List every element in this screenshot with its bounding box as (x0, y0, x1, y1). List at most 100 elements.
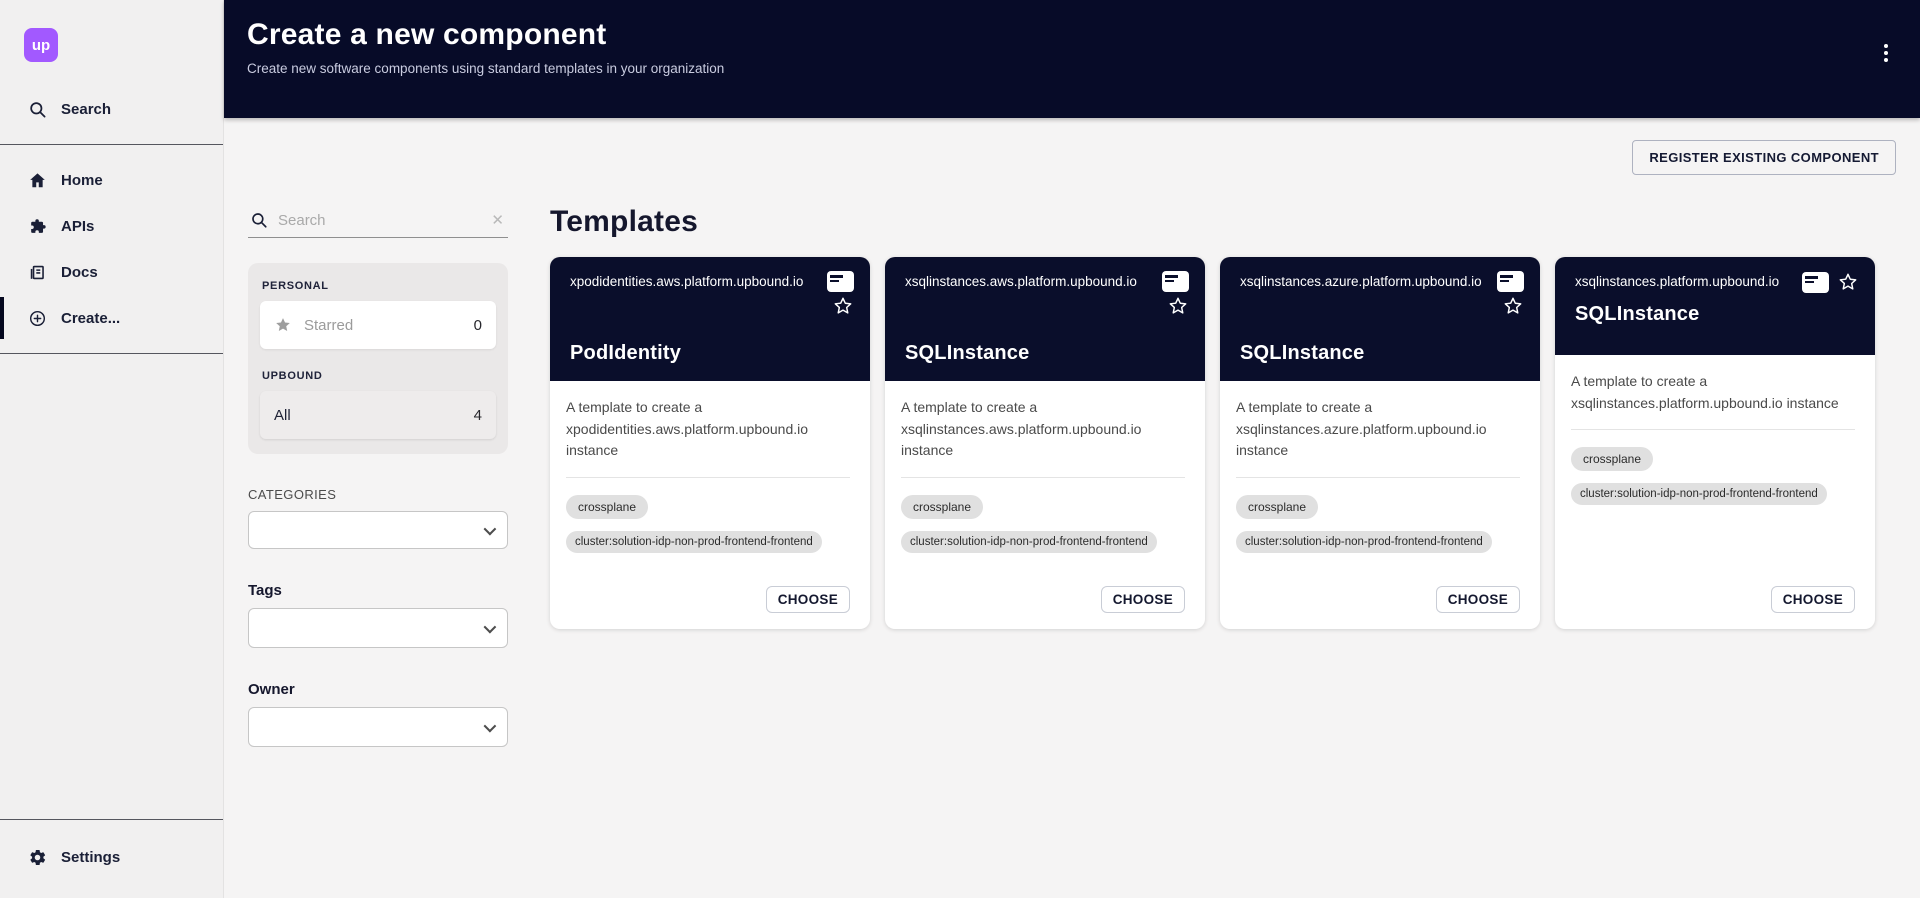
tag-chip: crossplane (901, 495, 983, 519)
template-card-sqlinstance-aws: xsqlinstances.aws.platform.upbound.io SQ… (885, 257, 1205, 629)
sidebar-item-create[interactable]: Create... (0, 295, 223, 341)
divider (1571, 429, 1855, 430)
choose-button[interactable]: CHOOSE (1101, 586, 1185, 613)
filter-search-input[interactable] (278, 212, 479, 229)
page-header: Create a new component Create new softwa… (224, 0, 1920, 118)
owner-select[interactable] (248, 707, 508, 747)
tags-select[interactable] (248, 608, 508, 648)
star-filled-icon (274, 316, 292, 334)
chevron-down-icon (484, 522, 497, 535)
categories-select[interactable] (248, 511, 508, 549)
sidebar-item-apis[interactable]: APIs (0, 203, 223, 249)
categories-label: CATEGORIES (248, 487, 508, 502)
sidebar-item-label: APIs (61, 218, 94, 235)
divider (901, 477, 1185, 478)
star-outline-icon[interactable] (1837, 271, 1859, 293)
template-type-icon (1802, 272, 1829, 293)
upbound-logo[interactable]: up (24, 28, 58, 62)
sidebar-spacer (0, 354, 223, 819)
choose-button[interactable]: CHOOSE (766, 586, 850, 613)
tags-filter-group: Tags (248, 582, 508, 648)
card-header: xsqlinstances.platform.upbound.io SQLIns… (1555, 257, 1875, 355)
starred-count: 0 (474, 317, 482, 334)
card-header: xsqlinstances.aws.platform.upbound.io SQ… (885, 257, 1205, 381)
divider (1236, 477, 1520, 478)
template-description: A template to create a xsqlinstances.aws… (901, 397, 1185, 462)
template-title: PodIdentity (570, 342, 854, 365)
filter-search-box: ✕ (248, 205, 508, 238)
docs-icon (28, 263, 47, 282)
filters-panel: ✕ PERSONAL Starred 0 UPBOUND All 4 (248, 205, 508, 747)
card-header: xsqlinstances.azure.platform.upbound.io … (1220, 257, 1540, 381)
sidebar: up Search Home APIs Docs Create... (0, 0, 224, 898)
card-body: A template to create a xsqlinstances.azu… (1220, 381, 1540, 629)
sidebar-item-home[interactable]: Home (0, 157, 223, 203)
sidebar-item-docs[interactable]: Docs (0, 249, 223, 295)
home-icon (28, 171, 47, 190)
card-body: A template to create a xsqlinstances.pla… (1555, 355, 1875, 629)
tag-chip: crossplane (1236, 495, 1318, 519)
search-icon (28, 100, 47, 119)
all-count: 4 (474, 407, 482, 424)
divider (566, 477, 850, 478)
tag-chips: crossplane cluster:solution-idp-non-prod… (566, 495, 850, 553)
create-plus-icon (28, 309, 47, 328)
sidebar-bottom: Settings (0, 820, 223, 898)
tag-chips: crossplane cluster:solution-idp-non-prod… (901, 495, 1185, 553)
template-title: SQLInstance (1240, 342, 1524, 365)
toolbar-row: REGISTER EXISTING COMPONENT (248, 140, 1896, 175)
sidebar-item-search[interactable]: Search (0, 86, 223, 132)
main-area: Create a new component Create new softwa… (224, 0, 1920, 898)
sidebar-nav: Home APIs Docs Create... (0, 145, 223, 353)
card-header: xpodidentities.aws.platform.upbound.io P… (550, 257, 870, 381)
star-outline-icon[interactable] (832, 295, 854, 317)
logo-text: up (32, 37, 50, 54)
tag-chip: cluster:solution-idp-non-prod-frontend-f… (1571, 483, 1827, 505)
owner-filter-group: Owner (248, 681, 508, 747)
tags-label: Tags (248, 582, 508, 599)
card-body: A template to create a xpodidentities.aw… (550, 381, 870, 629)
star-outline-icon[interactable] (1502, 295, 1524, 317)
app-window: up Search Home APIs Docs Create... (0, 0, 1920, 898)
template-description: A template to create a xpodidentities.aw… (566, 397, 850, 462)
register-existing-component-button[interactable]: REGISTER EXISTING COMPONENT (1632, 140, 1896, 175)
search-icon (250, 211, 268, 229)
sidebar-item-settings[interactable]: Settings (0, 834, 223, 880)
all-filter-row[interactable]: All 4 (260, 391, 496, 439)
tag-chip: cluster:solution-idp-non-prod-frontend-f… (566, 531, 822, 553)
chevron-down-icon (484, 620, 497, 633)
tag-chip: crossplane (1571, 447, 1653, 471)
template-card-sqlinstance-platform: xsqlinstances.platform.upbound.io SQLIns… (1555, 257, 1875, 629)
template-type-icon (827, 271, 854, 292)
chevron-down-icon (484, 719, 497, 732)
choose-button[interactable]: CHOOSE (1771, 586, 1855, 613)
entity-ref: xpodidentities.aws.platform.upbound.io (570, 273, 819, 291)
entity-ref: xsqlinstances.azure.platform.upbound.io (1240, 273, 1489, 291)
tag-chip: cluster:solution-idp-non-prod-frontend-f… (1236, 531, 1492, 553)
kebab-vertical-icon[interactable] (1880, 40, 1892, 66)
all-label: All (274, 407, 291, 424)
template-title: SQLInstance (905, 342, 1189, 365)
templates-section: Templates xpodidentities.aws.platform.up… (550, 205, 1896, 747)
template-type-icon (1497, 271, 1524, 292)
starred-filter-row[interactable]: Starred 0 (260, 301, 496, 349)
tag-chip: crossplane (566, 495, 648, 519)
sidebar-item-label: Docs (61, 264, 98, 281)
template-cards-grid: xpodidentities.aws.platform.upbound.io P… (550, 257, 1896, 629)
card-body: A template to create a xsqlinstances.aws… (885, 381, 1205, 629)
page-subtitle: Create new software components using sta… (247, 61, 1894, 76)
starred-label: Starred (304, 317, 353, 334)
templates-heading: Templates (550, 205, 1896, 239)
gear-icon (28, 848, 47, 867)
template-description: A template to create a xsqlinstances.azu… (1236, 397, 1520, 462)
upbound-section-label: UPBOUND (260, 366, 496, 391)
template-description: A template to create a xsqlinstances.pla… (1571, 371, 1855, 414)
clear-search-icon[interactable]: ✕ (489, 211, 506, 229)
page-content: REGISTER EXISTING COMPONENT ✕ PERSONAL S (224, 118, 1920, 898)
choose-button[interactable]: CHOOSE (1436, 586, 1520, 613)
sidebar-item-label: Settings (61, 849, 120, 866)
template-type-icon (1162, 271, 1189, 292)
owner-picker-card: PERSONAL Starred 0 UPBOUND All 4 (248, 263, 508, 454)
star-outline-icon[interactable] (1167, 295, 1189, 317)
personal-section-label: PERSONAL (260, 276, 496, 301)
